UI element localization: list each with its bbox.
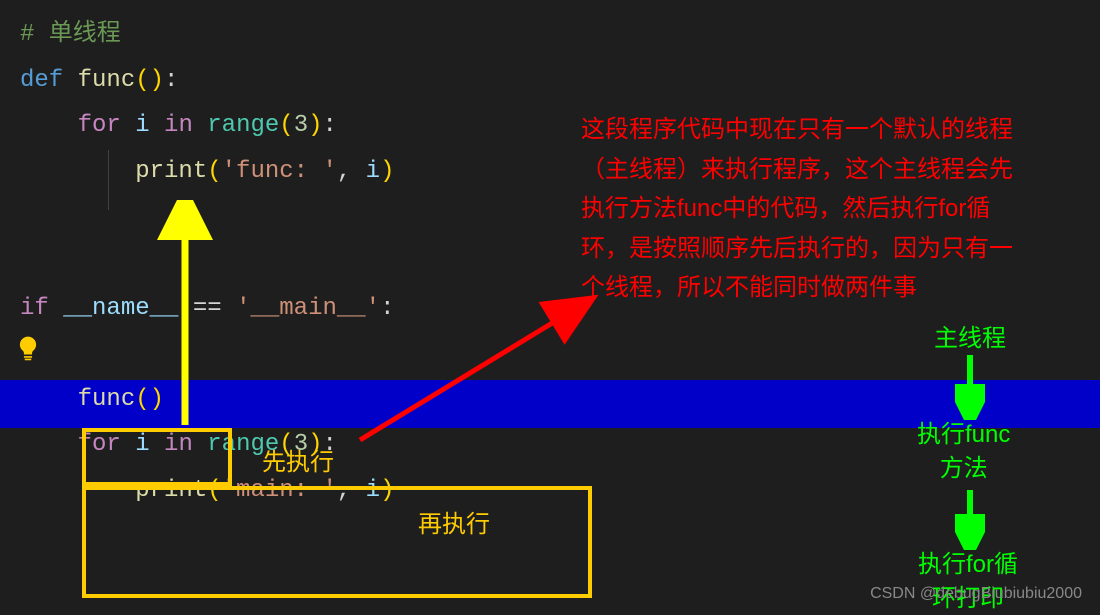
builtin-range: range xyxy=(207,112,279,139)
keyword-in: in xyxy=(164,112,193,139)
code-line-2[interactable]: def func(): xyxy=(20,58,1100,104)
var-i: i xyxy=(135,112,149,139)
highlight-box-2 xyxy=(82,486,592,598)
parens: () xyxy=(135,67,164,94)
yellow-label-1: 先执行 xyxy=(262,442,334,477)
keyword-for: for xyxy=(78,112,121,139)
red-annotation-text: 这段程序代码中现在只有一个默认的线程 （主线程）来执行程序，这个主线程会先 执行… xyxy=(581,110,1071,308)
green-label-3: 执行for循 环打印 xyxy=(918,548,1018,615)
green-label-2: 执行func 方法 xyxy=(917,418,1010,485)
keyword-def: def xyxy=(20,67,63,94)
watermark-text: CSDN @debugBiubiubiu2000 xyxy=(870,585,1082,603)
keyword-if: if xyxy=(20,295,49,322)
red-arrow-icon xyxy=(345,290,605,450)
comment-text: # 单线程 xyxy=(20,21,121,48)
code-line-1[interactable]: # 单线程 xyxy=(20,12,1100,58)
num-3: 3 xyxy=(294,112,308,139)
function-name: func xyxy=(78,67,136,94)
yellow-arrow-icon xyxy=(155,200,215,430)
green-arrow-2-icon xyxy=(955,485,985,550)
red-line-2: （主线程）来执行程序，这个主线程会先 xyxy=(581,150,1071,190)
red-line-1: 这段程序代码中现在只有一个默认的线程 xyxy=(581,110,1071,150)
colon: : xyxy=(164,67,178,94)
red-line-4: 环，是按照顺序先后执行的，因为只有一 xyxy=(581,229,1071,269)
func-call: func xyxy=(78,386,136,413)
highlight-box-1 xyxy=(82,428,232,486)
string-func: 'func: ' xyxy=(222,158,337,185)
green2b: 方法 xyxy=(940,455,988,482)
red-line-5: 个线程，所以不能同时做两件事 xyxy=(581,268,1071,308)
yellow-label-2: 再执行 xyxy=(418,504,490,539)
green3a: 执行for循 xyxy=(918,551,1018,578)
green-label-1: 主线程 xyxy=(934,318,1006,353)
lightbulb-icon[interactable] xyxy=(15,335,41,361)
var-i: i xyxy=(366,158,380,185)
green-arrow-1-icon xyxy=(955,350,985,420)
green2a: 执行func xyxy=(917,421,1010,448)
red-line-3: 执行方法func中的代码，然后执行for循 xyxy=(581,189,1071,229)
builtin-print: print xyxy=(135,158,207,185)
